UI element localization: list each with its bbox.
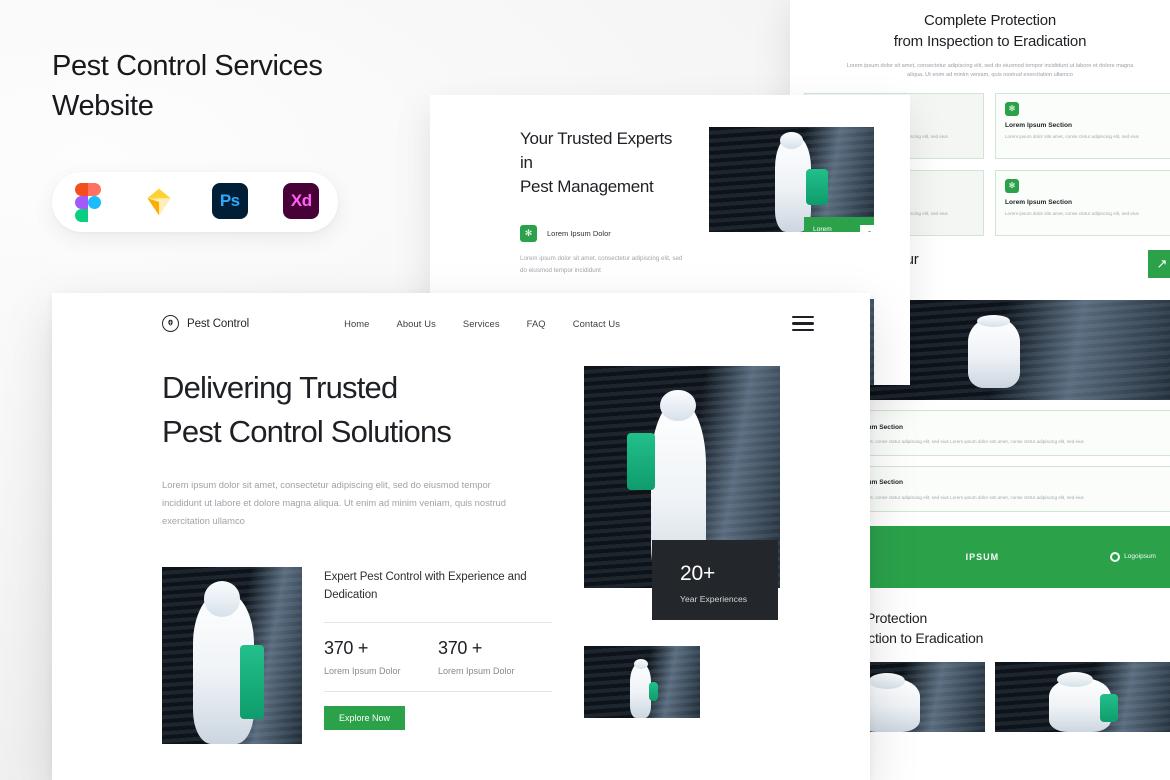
stat-list: 370 + Lorem Ipsum Dolor 370 + Lorem Ipsu…: [324, 623, 552, 691]
circle-icon: [1110, 551, 1121, 562]
middle-badge-line-1: Lorem: [813, 226, 832, 232]
back-card-title: Lorem Ipsum Section: [1005, 198, 1073, 206]
middle-feature-label: Lorem Ipsum Dolor: [547, 229, 611, 239]
middle-hero-photo: Lorem Ipsum Dolor ↗: [709, 127, 874, 232]
back-hero-heading: Complete Protection from Inspection to E…: [808, 10, 1170, 53]
nav-item-home[interactable]: Home: [344, 318, 369, 329]
experience-value: 20+: [680, 562, 716, 585]
spray-icon: ✻: [520, 225, 537, 243]
back-card-text: Lorem ipsum dolor sits amet, conse ctetu…: [1005, 210, 1139, 216]
sketch-icon[interactable]: [140, 183, 178, 221]
back-arrow-button[interactable]: ↗: [1148, 249, 1170, 278]
photoshop-icon[interactable]: Ps: [211, 183, 250, 221]
partner-logo: IPSUM: [965, 551, 1000, 562]
mockup-front-screen[interactable]: Pest Control Home About Us Services FAQ …: [52, 293, 870, 780]
back-hero-paragraph: Lorem ipsum dolor sit amet, consectetur …: [846, 62, 1134, 79]
hero-paragraph: Lorem ipsum dolor sit amet, consectetur …: [162, 479, 506, 527]
back-card-title: Lorem Ipsum Section: [1005, 121, 1073, 129]
back-footer-photo: [995, 662, 1170, 733]
brand-name: Pest Control: [187, 317, 250, 330]
hero-heading-line-1: Delivering Trusted: [162, 370, 398, 405]
site-navbar: Pest Control Home About Us Services FAQ …: [52, 293, 870, 332]
pest-control-logo-icon: [162, 315, 179, 332]
stat-item: 370 + Lorem Ipsum Dolor: [324, 623, 438, 691]
hero-heading-line-2: Pest Control Solutions: [162, 414, 452, 450]
hero-heading: Delivering Trusted Pest Control Solution…: [162, 366, 552, 454]
nav-item-contact-us[interactable]: Contact Us: [573, 318, 620, 329]
stat-label: Lorem Ipsum Dolor: [438, 665, 515, 676]
middle-heading-line-1: Your Trusted Experts in: [520, 129, 673, 173]
explore-now-button[interactable]: Explore Now: [324, 705, 406, 730]
hero-thumbnail-photo[interactable]: [584, 646, 700, 718]
experience-label: Year Experiences: [680, 594, 748, 604]
middle-paragraph: Lorem ipsum dolor sit amet, consectetur …: [520, 255, 683, 275]
back-hero-heading-line-1: Complete Protection: [923, 12, 1057, 29]
stats-section: Expert Pest Control with Experience and …: [162, 567, 552, 745]
middle-green-badge[interactable]: Lorem Ipsum Dolor ↗: [804, 217, 874, 232]
brand-logo[interactable]: Pest Control: [162, 315, 249, 332]
page-title: Pest Control Services Website: [52, 46, 472, 126]
xd-label: Xd: [283, 183, 320, 219]
xd-icon[interactable]: Xd: [283, 183, 321, 221]
hero-media-column: 20+ Year Experiences ← →: [584, 366, 812, 744]
partner-logo: Logoipsum: [1110, 551, 1156, 562]
stats-photo: [162, 567, 302, 745]
canvas-background: Pest Control Services Website Ps Xd Comp…: [0, 0, 1170, 780]
nav-item-faq[interactable]: FAQ: [527, 318, 546, 329]
middle-heading-line-2: Pest Management: [520, 177, 654, 197]
middle-badge-text: Lorem Ipsum Dolor: [813, 225, 849, 232]
back-card-text: Lorem ipsum dolor sits amet, conse ctetu…: [1005, 133, 1139, 139]
page-title-line-2: Website: [52, 90, 154, 123]
back-hero-heading-line-2: from Inspection to Eradication: [893, 33, 1087, 51]
leaf-icon: ✻: [1005, 178, 1019, 193]
stats-heading: Expert Pest Control with Experience and …: [324, 571, 527, 601]
stat-label: Lorem Ipsum Dolor: [324, 665, 401, 676]
back-hero: Complete Protection from Inspection to E…: [790, 0, 1170, 81]
experience-badge: 20+ Year Experiences: [652, 540, 778, 620]
middle-heading: Your Trusted Experts in Pest Management: [520, 127, 683, 199]
design-tools-pill: Ps Xd: [52, 172, 338, 232]
arrow-up-right-icon[interactable]: ↗: [860, 225, 874, 232]
stat-value: 370 +: [324, 637, 369, 658]
divider: [324, 690, 552, 692]
page-title-line-1: Pest Control Services: [52, 50, 323, 82]
middle-feature: ✻ Lorem Ipsum Dolor: [520, 225, 683, 243]
nav-item-services[interactable]: Services: [463, 318, 500, 329]
nav-links: Home About Us Services FAQ Contact Us: [344, 318, 620, 329]
stat-item: 370 + Lorem Ipsum Dolor: [438, 623, 552, 691]
figma-icon[interactable]: [69, 183, 107, 222]
partner-logo-label: Logoipsum: [1124, 553, 1156, 561]
hamburger-icon[interactable]: [792, 316, 814, 331]
photoshop-label: Ps: [211, 183, 248, 219]
leaf-icon: ✻: [1005, 101, 1019, 116]
back-card[interactable]: ✻ Lorem Ipsum Section Lorem ipsum dolor …: [995, 169, 1170, 236]
hero-section: Delivering Trusted Pest Control Solution…: [52, 332, 870, 745]
back-card[interactable]: ✻ Lorem Ipsum Section Lorem ipsum dolor …: [995, 92, 1170, 159]
stat-value: 370 +: [438, 637, 483, 658]
nav-item-about-us[interactable]: About Us: [397, 318, 436, 329]
